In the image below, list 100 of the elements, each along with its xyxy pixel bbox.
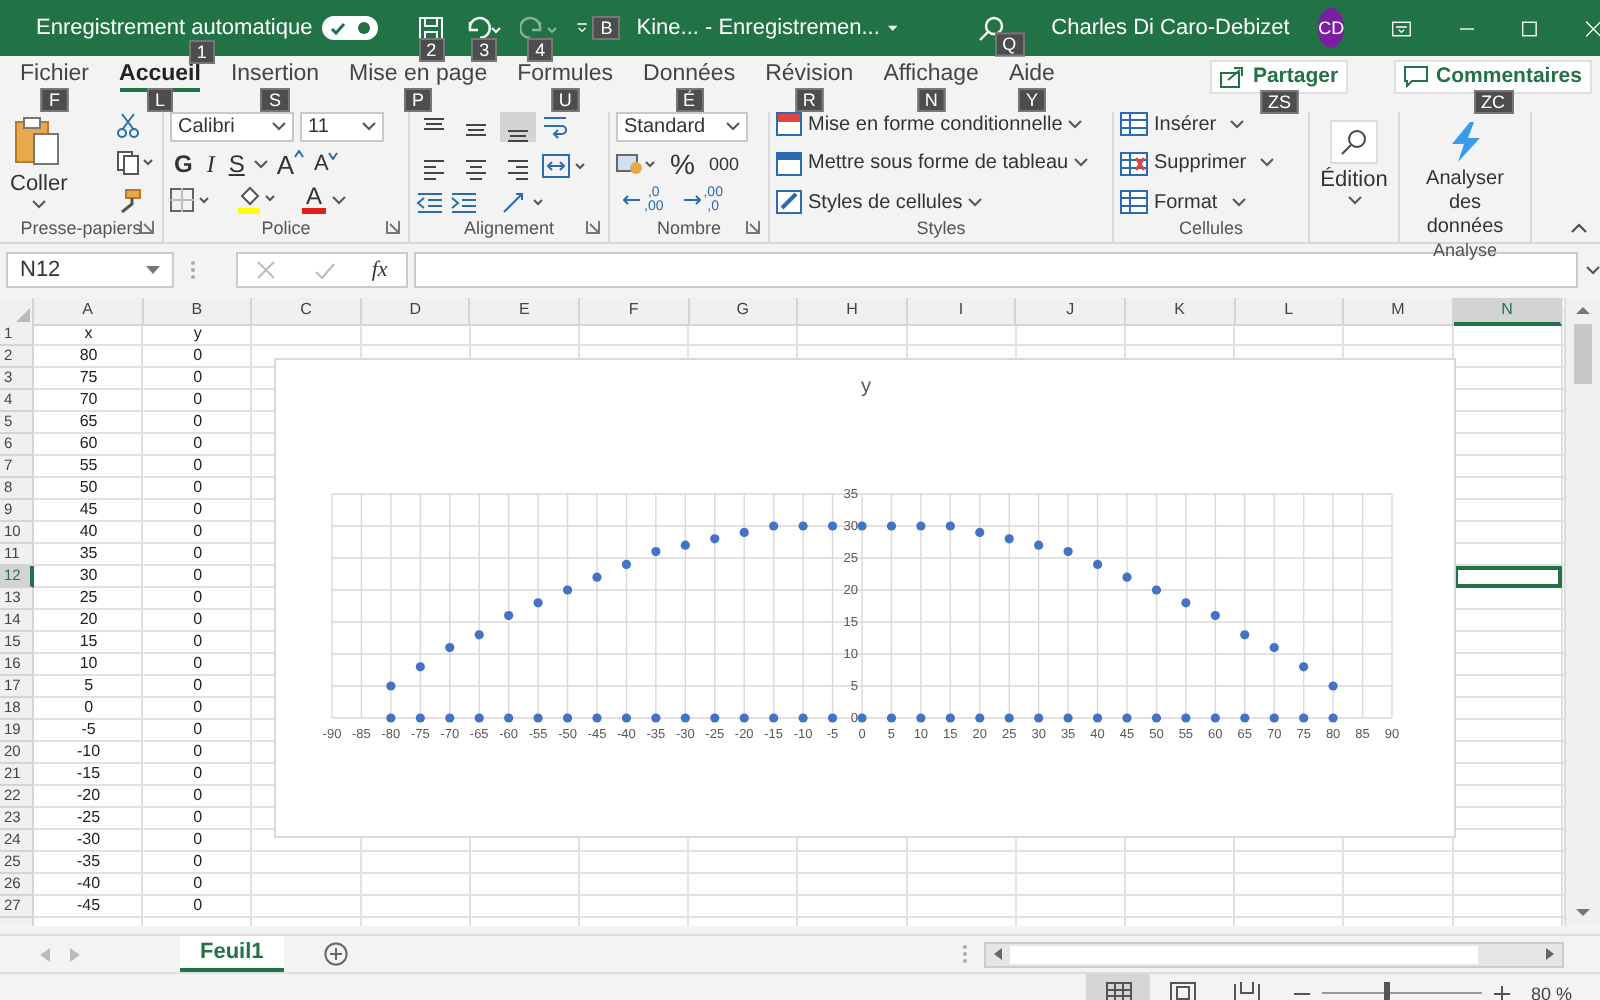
dialog-launcher-icon[interactable] [746, 220, 760, 234]
ribbon-tab[interactable]: Mise en page [349, 61, 488, 91]
horizontal-scrollbar[interactable] [984, 941, 1564, 967]
copy-icon[interactable] [116, 150, 156, 176]
cells-menu-button[interactable]: Supprimer [1120, 151, 1302, 175]
cells-menu-button[interactable]: Insérer [1120, 112, 1302, 136]
dialog-launcher-icon[interactable] [140, 220, 154, 234]
merge-cells-icon[interactable] [542, 154, 590, 178]
dialog-launcher-icon[interactable] [386, 220, 400, 234]
name-box[interactable]: N12 [6, 252, 174, 288]
ribbon-tab[interactable]: Insertion [230, 61, 320, 91]
font-style-button[interactable]: I [202, 149, 219, 179]
expand-caret-icon[interactable] [1586, 265, 1600, 275]
enter-check-icon[interactable] [313, 261, 336, 279]
ribbon-tab[interactable]: Révision [765, 61, 854, 91]
scroll-right-icon[interactable] [1546, 948, 1554, 960]
column-header[interactable]: N [1453, 298, 1563, 326]
scroll-down-icon[interactable] [1576, 908, 1590, 918]
font-style-button[interactable]: G [170, 150, 197, 178]
ribbon-tab[interactable]: Aide [1008, 61, 1055, 91]
percent-button[interactable]: % [666, 148, 699, 180]
column-header[interactable]: G [689, 298, 799, 326]
caret-icon[interactable] [272, 122, 286, 132]
column-header[interactable]: F [579, 298, 690, 326]
analyze-data-button[interactable]: Analyser des données [1406, 112, 1524, 240]
share-button[interactable]: Partager [1210, 59, 1349, 93]
search-icon[interactable] [977, 15, 1004, 41]
caret-icon[interactable] [254, 159, 269, 169]
grow-font-button[interactable]: A [274, 149, 307, 179]
column-header[interactable]: J [1016, 298, 1126, 326]
close-icon[interactable] [1585, 17, 1600, 39]
column-header[interactable]: H [798, 298, 908, 326]
accounting-format-icon[interactable] [616, 152, 660, 176]
autosave-toggle[interactable] [322, 16, 379, 40]
styles-menu-button[interactable]: Mise en forme conditionnelle [776, 112, 1106, 136]
add-sheet-icon[interactable] [323, 942, 348, 966]
ribbon-display-icon[interactable] [1392, 17, 1412, 39]
caret-icon[interactable] [332, 195, 347, 205]
orientation-icon[interactable] [500, 190, 548, 214]
drag-handle-icon[interactable] [190, 260, 196, 280]
fill-color-icon[interactable] [236, 186, 280, 214]
caret-icon[interactable] [146, 265, 160, 275]
ribbon-tab[interactable]: Affichage [883, 61, 979, 91]
scroll-left-icon[interactable] [994, 948, 1002, 960]
customize-caret-icon[interactable] [576, 20, 589, 36]
data-point [1210, 611, 1220, 621]
arrow-icon [622, 194, 642, 206]
caret-icon[interactable] [726, 122, 740, 132]
ribbon-tab[interactable]: Fichier [20, 61, 90, 91]
styles-menu-button[interactable]: Mettre sous forme de tableau [776, 151, 1106, 175]
column-header[interactable]: D [361, 298, 471, 326]
table-cell-text: 0 [191, 478, 205, 500]
editing-button[interactable]: Édition [1316, 112, 1392, 206]
borders-icon[interactable] [170, 188, 214, 212]
ribbon-tab[interactable]: Données [643, 61, 736, 91]
caret-icon[interactable] [362, 122, 376, 132]
scroll-thumb[interactable] [1574, 324, 1592, 384]
column-header[interactable]: A [34, 298, 144, 326]
ribbon-tab[interactable]: Formules [517, 61, 614, 91]
styles-menu-button[interactable]: Styles de cellules [776, 190, 1106, 214]
paste-button[interactable]: Coller [6, 116, 72, 210]
vertical-align-icon[interactable] [500, 112, 536, 142]
zoom-level[interactable]: 80 % [1530, 983, 1572, 1000]
zoom-thumb[interactable] [1384, 982, 1391, 1000]
column-header[interactable]: K [1125, 298, 1236, 326]
column-header[interactable]: C [252, 298, 362, 326]
cells-menu-button[interactable]: Format [1120, 190, 1302, 214]
table-cell-text: 0 [191, 588, 205, 610]
shrink-font-button[interactable]: A [312, 152, 341, 176]
column-header[interactable]: E [470, 298, 580, 326]
font-color-button[interactable]: A [302, 186, 327, 214]
column-header[interactable]: I [907, 298, 1017, 326]
decrease-indent-icon[interactable] [416, 191, 444, 213]
thousands-button[interactable]: 000 [704, 154, 743, 174]
dialog-launcher-icon[interactable] [586, 220, 600, 234]
user-avatar[interactable]: CD [1317, 8, 1345, 48]
column-header[interactable]: B [143, 298, 253, 326]
comments-button[interactable]: Commentaires [1394, 59, 1592, 93]
format-painter-icon[interactable] [116, 188, 142, 214]
save-icon[interactable] [418, 15, 445, 41]
scroll-thumb[interactable] [1010, 945, 1478, 963]
sheet-tab[interactable]: Feuil1 [180, 936, 284, 972]
wrap-text-icon[interactable] [542, 114, 570, 140]
zoom-in-icon[interactable] [1494, 985, 1511, 1000]
file-title[interactable]: Kine... - Enregistremen... [636, 16, 880, 40]
maximize-icon[interactable] [1522, 17, 1538, 39]
undo-icon[interactable] [464, 15, 505, 41]
insert-function-button[interactable]: fx [371, 258, 388, 282]
table-cell-text: 80 [77, 346, 100, 368]
font-name-field[interactable]: Calibri [170, 112, 294, 142]
font-style-button[interactable]: S [224, 150, 249, 178]
font-size-field[interactable]: 11 [300, 112, 384, 142]
increase-indent-icon[interactable] [450, 191, 478, 213]
number-format-field[interactable]: Standard [616, 112, 748, 142]
scroll-up-icon[interactable] [1576, 306, 1590, 316]
data-point [710, 713, 720, 723]
scissors-icon[interactable] [116, 112, 140, 138]
column-header[interactable]: M [1344, 298, 1454, 326]
column-header[interactable]: L [1235, 298, 1345, 326]
collapse-ribbon-icon[interactable] [1570, 222, 1588, 234]
